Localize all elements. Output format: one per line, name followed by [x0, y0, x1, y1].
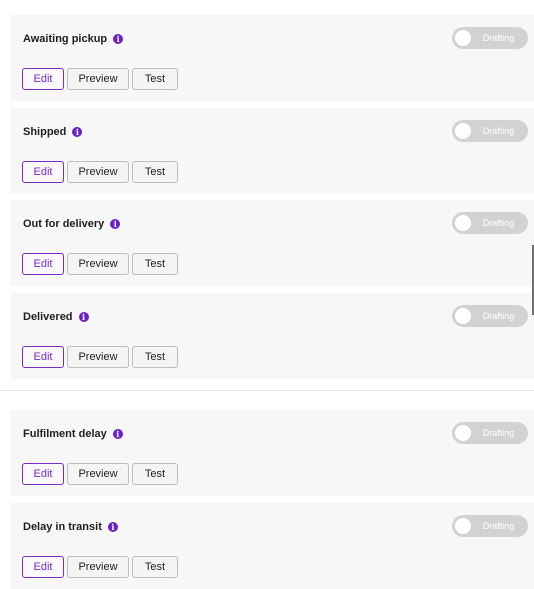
toggle-label: Drafting [482, 311, 515, 321]
toggle-label: Drafting [482, 33, 515, 43]
preview-button[interactable]: Preview [67, 346, 129, 368]
action-buttons: Edit Preview Test [22, 253, 178, 275]
info-icon[interactable]: i [72, 127, 83, 137]
edit-button[interactable]: Edit [22, 556, 64, 578]
status-toggle[interactable]: Drafting [452, 515, 528, 537]
action-buttons: Edit Preview Test [22, 463, 178, 485]
toggle-label: Drafting [482, 428, 515, 438]
action-buttons: Edit Preview Test [22, 161, 178, 183]
notification-card-fulfilment-delay: Fulfilment delay i Drafting Edit Preview… [10, 410, 534, 496]
test-button[interactable]: Test [132, 346, 178, 368]
card-title: Fulfilment delay [23, 428, 107, 440]
status-toggle[interactable]: Drafting [452, 305, 528, 327]
notification-card-shipped: Shipped i Drafting Edit Preview Test [10, 108, 534, 194]
card-title-row: Out for delivery i [23, 218, 121, 230]
toggle-knob [455, 308, 471, 324]
info-icon[interactable]: i [78, 312, 89, 322]
info-icon[interactable]: i [112, 429, 123, 439]
info-icon[interactable]: i [107, 522, 118, 532]
action-buttons: Edit Preview Test [22, 556, 178, 578]
test-button[interactable]: Test [132, 463, 178, 485]
action-buttons: Edit Preview Test [22, 346, 178, 368]
preview-button[interactable]: Preview [67, 463, 129, 485]
card-title-row: Delay in transit i [23, 521, 118, 533]
info-icon[interactable]: i [113, 34, 124, 44]
card-title-row: Shipped i [23, 126, 83, 138]
test-button[interactable]: Test [132, 253, 178, 275]
card-title: Delivered [23, 311, 73, 323]
card-title: Shipped [23, 126, 67, 138]
preview-button[interactable]: Preview [67, 161, 129, 183]
toggle-label: Drafting [482, 126, 515, 136]
preview-button[interactable]: Preview [67, 68, 129, 90]
preview-button[interactable]: Preview [67, 253, 129, 275]
notification-card-delay-in-transit: Delay in transit i Drafting Edit Preview… [10, 503, 534, 589]
card-title-row: Fulfilment delay i [23, 428, 123, 440]
card-title: Out for delivery [23, 218, 105, 230]
edit-button[interactable]: Edit [22, 346, 64, 368]
notification-card-awaiting-pickup: Awaiting pickup i Drafting Edit Preview … [10, 15, 534, 101]
edit-button[interactable]: Edit [22, 253, 64, 275]
card-title-row: Awaiting pickup i [23, 33, 124, 45]
toggle-knob [455, 215, 471, 231]
status-toggle[interactable]: Drafting [452, 212, 528, 234]
toggle-knob [455, 123, 471, 139]
status-toggle[interactable]: Drafting [452, 120, 528, 142]
card-title: Awaiting pickup [23, 33, 108, 45]
edit-button[interactable]: Edit [22, 68, 64, 90]
test-button[interactable]: Test [132, 68, 178, 90]
toggle-label: Drafting [482, 218, 515, 228]
edit-button[interactable]: Edit [22, 161, 64, 183]
test-button[interactable]: Test [132, 161, 178, 183]
notification-card-delivered: Delivered i Drafting Edit Preview Test [10, 293, 534, 379]
status-toggle[interactable]: Drafting [452, 422, 528, 444]
info-icon[interactable]: i [110, 219, 121, 229]
section-divider [0, 390, 534, 391]
notification-card-out-for-delivery: Out for delivery i Drafting Edit Preview… [10, 200, 534, 286]
toggle-knob [455, 518, 471, 534]
card-title-row: Delivered i [23, 311, 89, 323]
test-button[interactable]: Test [132, 556, 178, 578]
toggle-knob [455, 425, 471, 441]
card-title: Delay in transit [23, 521, 102, 533]
preview-button[interactable]: Preview [67, 556, 129, 578]
toggle-knob [455, 30, 471, 46]
status-toggle[interactable]: Drafting [452, 27, 528, 49]
toggle-label: Drafting [482, 521, 515, 531]
action-buttons: Edit Preview Test [22, 68, 178, 90]
edit-button[interactable]: Edit [22, 463, 64, 485]
